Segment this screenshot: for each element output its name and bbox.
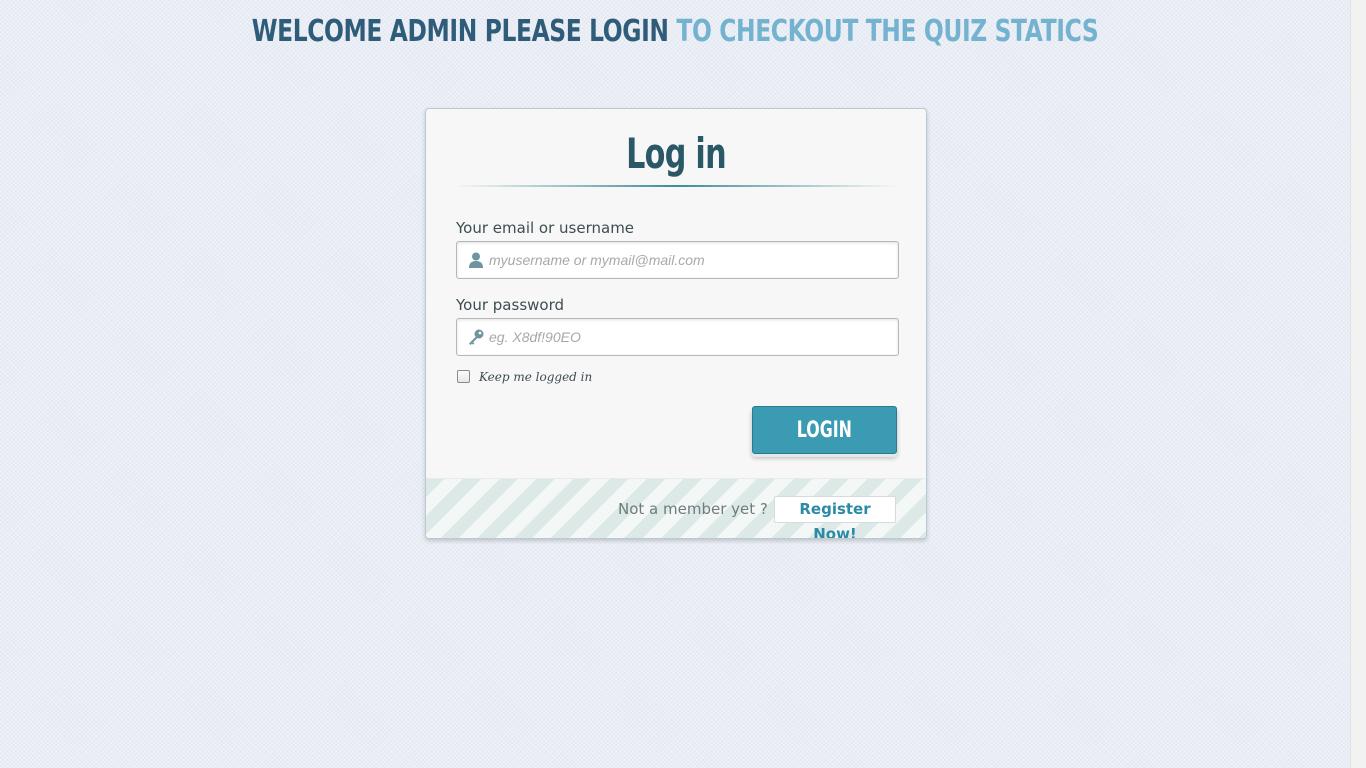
password-field-box bbox=[456, 318, 899, 356]
username-field-box bbox=[456, 241, 899, 279]
page-headline: Welcome Admin please login to checkout t… bbox=[149, 14, 1202, 49]
register-prompt: Not a member yet ? bbox=[618, 500, 768, 518]
login-title: Log in bbox=[626, 129, 727, 178]
register-button[interactable]: Register Now! bbox=[774, 496, 896, 538]
register-footer: Not a member yet ? Register Now! bbox=[426, 478, 926, 538]
vertical-scrollbar[interactable] bbox=[1350, 0, 1366, 768]
password-label: Your password bbox=[456, 296, 565, 314]
login-button[interactable]: Login bbox=[752, 406, 897, 454]
keep-logged-in-checkbox[interactable] bbox=[457, 370, 470, 383]
keep-logged-in-label[interactable]: Keep me logged in bbox=[479, 370, 592, 384]
headline-secondary: to checkout the Quiz Statics bbox=[676, 14, 1099, 49]
user-icon bbox=[469, 252, 483, 268]
key-icon bbox=[469, 329, 484, 345]
login-card: Log in Your email or username Your passw… bbox=[425, 108, 927, 539]
username-input[interactable] bbox=[489, 242, 889, 278]
title-divider bbox=[456, 185, 896, 187]
username-label: Your email or username bbox=[456, 219, 635, 237]
password-input[interactable] bbox=[489, 319, 889, 355]
login-button-label: Login bbox=[796, 417, 853, 443]
headline-primary: Welcome Admin please login bbox=[251, 14, 669, 49]
